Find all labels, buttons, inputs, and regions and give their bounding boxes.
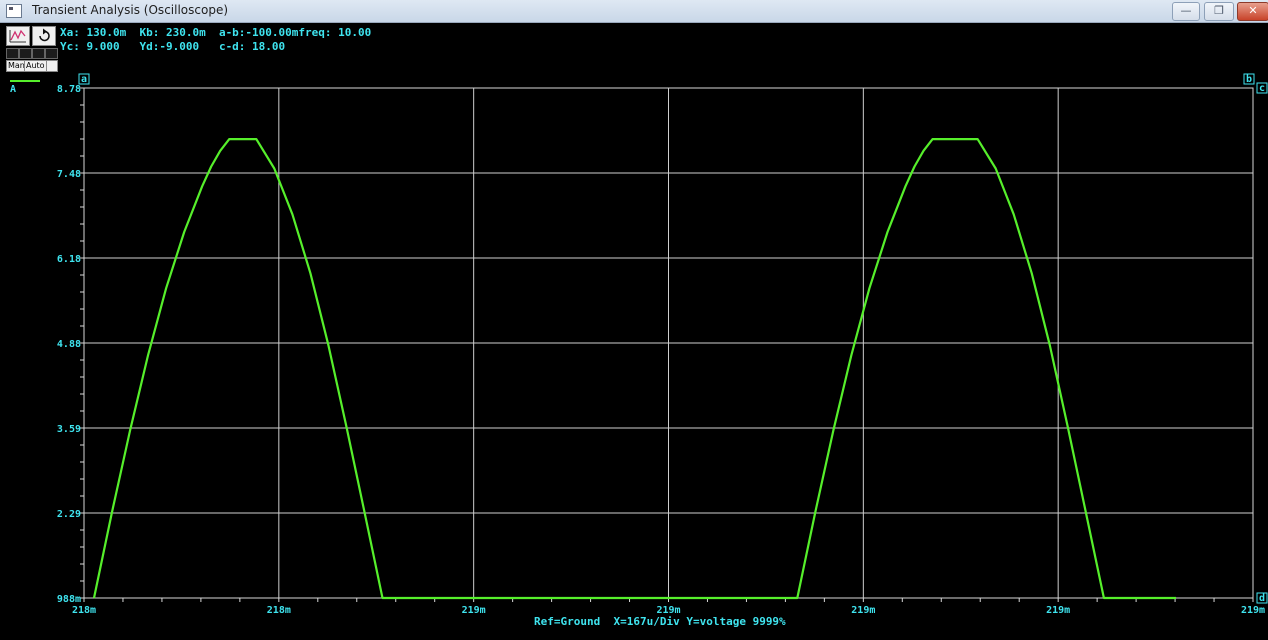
- graph-icon: [9, 29, 26, 43]
- refresh-icon: [39, 28, 50, 42]
- status-ref: Ref=Ground: [534, 615, 601, 628]
- x-tick-label: 218m: [267, 605, 291, 616]
- y-tick-label: 3.59: [57, 424, 81, 435]
- x-tick-label: 218m: [72, 605, 96, 616]
- cursor-b-label: b: [1246, 74, 1252, 85]
- mini-buttons: [6, 48, 58, 59]
- cursor-d-label: d: [1259, 593, 1265, 604]
- x-tick-label: 219m: [851, 605, 875, 616]
- oscilloscope-plot[interactable]: 8.787.486.184.883.592.29988m218m 218m 219m…: [0, 0, 1268, 640]
- mini-button[interactable]: [19, 48, 32, 59]
- y-tick-label: 4.88: [57, 339, 81, 350]
- cursor-readout-x: Xa: 130.0m Kb: 230.0m a-b:-100.00mfreq: …: [60, 26, 372, 39]
- scope-status-line: Ref=Ground X=167u/Div Y=voltage 9999%: [534, 615, 786, 628]
- y-tick-label: 6.18: [57, 254, 81, 265]
- graph-mode-button[interactable]: [6, 26, 30, 46]
- auto-mode-button[interactable]: Auto: [24, 60, 47, 72]
- trace-a-waveform[interactable]: [92, 138, 1176, 600]
- y-tick-label: 7.48: [57, 169, 81, 180]
- y-tick-label: 8.78: [57, 84, 81, 95]
- status-xdiv: X=167u/Div: [613, 615, 680, 628]
- x-tick-label: 219m: [1241, 605, 1265, 616]
- mini-button[interactable]: [32, 48, 45, 59]
- mode-extra-button[interactable]: [46, 60, 58, 72]
- x-tick-label: 219m: [462, 605, 486, 616]
- trace-legend-line: [10, 80, 40, 82]
- refresh-button[interactable]: [32, 26, 56, 46]
- cursor-c-label: c: [1259, 83, 1265, 94]
- y-tick-label: 988m: [57, 594, 81, 605]
- trace-legend-label[interactable]: A: [10, 84, 16, 95]
- y-tick-label: 2.29: [57, 509, 81, 520]
- status-ydiv: Y=voltage 9999%: [686, 615, 786, 628]
- x-tick-label: 219m: [1046, 605, 1070, 616]
- cursor-a-label: a: [81, 74, 87, 85]
- mini-button[interactable]: [6, 48, 19, 59]
- cursor-readout-y: Yc: 9.000 Yd:-9.000 c-d: 18.00: [60, 40, 286, 53]
- mini-button[interactable]: [45, 48, 58, 59]
